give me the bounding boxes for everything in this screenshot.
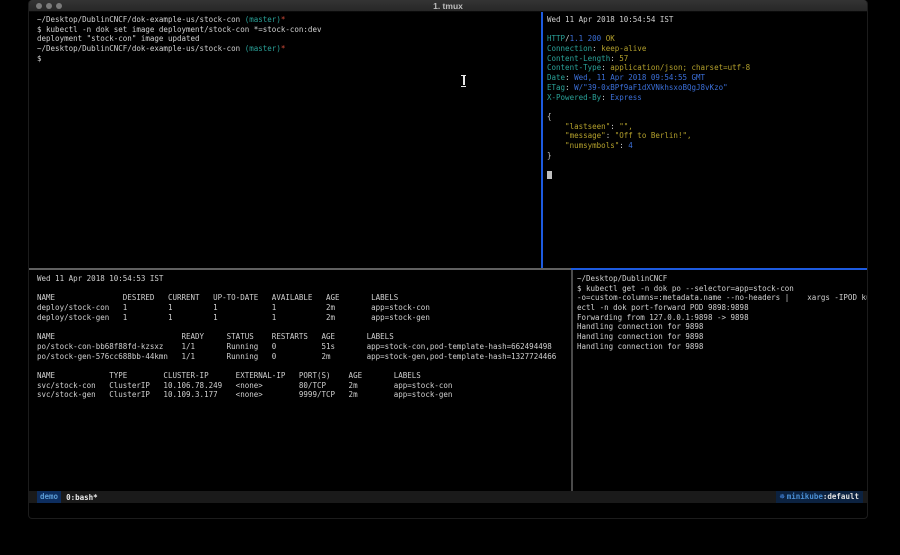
terminal-line <box>547 160 868 170</box>
terminal-line: Connection: keep-alive <box>547 44 868 54</box>
terminal-line <box>37 361 571 371</box>
terminal-line: deploy/stock-con 1 1 1 1 2m app=stock-co… <box>37 303 571 313</box>
terminal-line: deploy/stock-gen 1 1 1 1 2m app=stock-ge… <box>37 313 571 323</box>
terminal-line: Forwarding from 127.0.0.1:9898 -> 9898 <box>577 313 868 323</box>
terminal-line <box>37 322 571 332</box>
desktop-background: 1. tmux ~/Desktop/DublinCNCF/dok-example… <box>0 0 900 555</box>
terminal-line: "numsymbols": 4 <box>547 141 868 151</box>
terminal-line: po/stock-gen-576cc688bb-44kmn 1/1 Runnin… <box>37 352 571 362</box>
pane-http-response[interactable]: Wed 11 Apr 2018 10:54:54 IST HTTP/1.1 200… <box>543 12 868 268</box>
terminal-line: deployment "stock-con" image updated <box>37 34 541 44</box>
pane-port-forward[interactable]: ~/Desktop/DublinCNCF$ kubectl get -n dok… <box>574 270 868 491</box>
terminal-line: X-Powered-By: Express <box>547 93 868 103</box>
terminal-line: Wed 11 Apr 2018 10:54:54 IST <box>547 15 868 25</box>
terminal-line: svc/stock-gen ClusterIP 10.109.3.177 <no… <box>37 390 571 400</box>
kube-context-segment: ☸ minikube :default <box>776 491 863 503</box>
terminal-line: ~/Desktop/DublinCNCF/dok-example-us/stoc… <box>37 15 541 25</box>
terminal-line: { <box>547 112 868 122</box>
tmux-session-name: demo <box>37 491 61 503</box>
terminal-line <box>547 25 868 35</box>
tmux-panes-area: ~/Desktop/DublinCNCF/dok-example-us/stoc… <box>29 12 868 491</box>
pane-kubectl-get-watch[interactable]: Wed 11 Apr 2018 10:54:53 IST NAME DESIRED… <box>29 270 571 491</box>
terminal-line <box>547 170 868 180</box>
terminal-line: Handling connection for 9898 <box>577 332 868 342</box>
terminal-line: ~/Desktop/DublinCNCF <box>577 274 868 284</box>
kubernetes-wheel-icon: ☸ <box>780 491 785 503</box>
terminal-line: Handling connection for 9898 <box>577 322 868 332</box>
tmux-status-bar: demo 0:bash* ☸ minikube :default <box>29 491 868 503</box>
terminal-line: ectl -n dok port-forward POD 9898:9898 <box>577 303 868 313</box>
terminal-line: "message": "Off to Berlin!", <box>547 131 868 141</box>
terminal-line: $ kubectl get -n dok po --selector=app=s… <box>577 284 868 294</box>
window-title: 1. tmux <box>29 1 867 11</box>
terminal-line: Handling connection for 9898 <box>577 342 868 352</box>
terminal-line: NAME READY STATUS RESTARTS AGE LABELS <box>37 332 571 342</box>
pane-shell-set-image[interactable]: ~/Desktop/DublinCNCF/dok-example-us/stoc… <box>29 12 541 268</box>
mouse-ibeam-cursor <box>461 75 466 85</box>
terminal-line: "lastseen": "", <box>547 122 868 132</box>
terminal-block-cursor <box>547 171 552 179</box>
terminal-line: -o=custom-columns=:metadata.name --no-he… <box>577 293 868 303</box>
window-titlebar: 1. tmux <box>29 0 867 12</box>
terminal-window: 1. tmux ~/Desktop/DublinCNCF/dok-example… <box>28 0 868 519</box>
terminal-line: $ <box>37 54 541 64</box>
terminal-line: ~/Desktop/DublinCNCF/dok-example-us/stoc… <box>37 44 541 54</box>
pane-divider-vertical-bottom[interactable] <box>571 270 573 491</box>
terminal-line <box>37 284 571 294</box>
terminal-line: NAME TYPE CLUSTER-IP EXTERNAL-IP PORT(S)… <box>37 371 571 381</box>
terminal-line: $ kubectl -n dok set image deployment/st… <box>37 25 541 35</box>
terminal-line: } <box>547 151 868 161</box>
terminal-line: Content-Type: application/json; charset=… <box>547 63 868 73</box>
terminal-line: Wed 11 Apr 2018 10:54:53 IST <box>37 274 571 284</box>
terminal-line: NAME DESIRED CURRENT UP-TO-DATE AVAILABL… <box>37 293 571 303</box>
kube-context-name: minikube <box>787 491 823 503</box>
terminal-line: svc/stock-con ClusterIP 10.106.78.249 <n… <box>37 381 571 391</box>
kube-namespace: :default <box>823 491 859 503</box>
terminal-line: HTTP/1.1 200 OK <box>547 34 868 44</box>
terminal-line: po/stock-con-bb68f88fd-kzsxz 1/1 Running… <box>37 342 571 352</box>
terminal-line: Content-Length: 57 <box>547 54 868 64</box>
terminal-line <box>547 102 868 112</box>
terminal-line: Date: Wed, 11 Apr 2018 09:54:55 GMT <box>547 73 868 83</box>
tmux-window-label[interactable]: 0:bash* <box>66 493 98 502</box>
terminal-line: ETag: W/"39-0xBPf9aF1dXVNkhsxoBQgJ8vKzo" <box>547 83 868 93</box>
